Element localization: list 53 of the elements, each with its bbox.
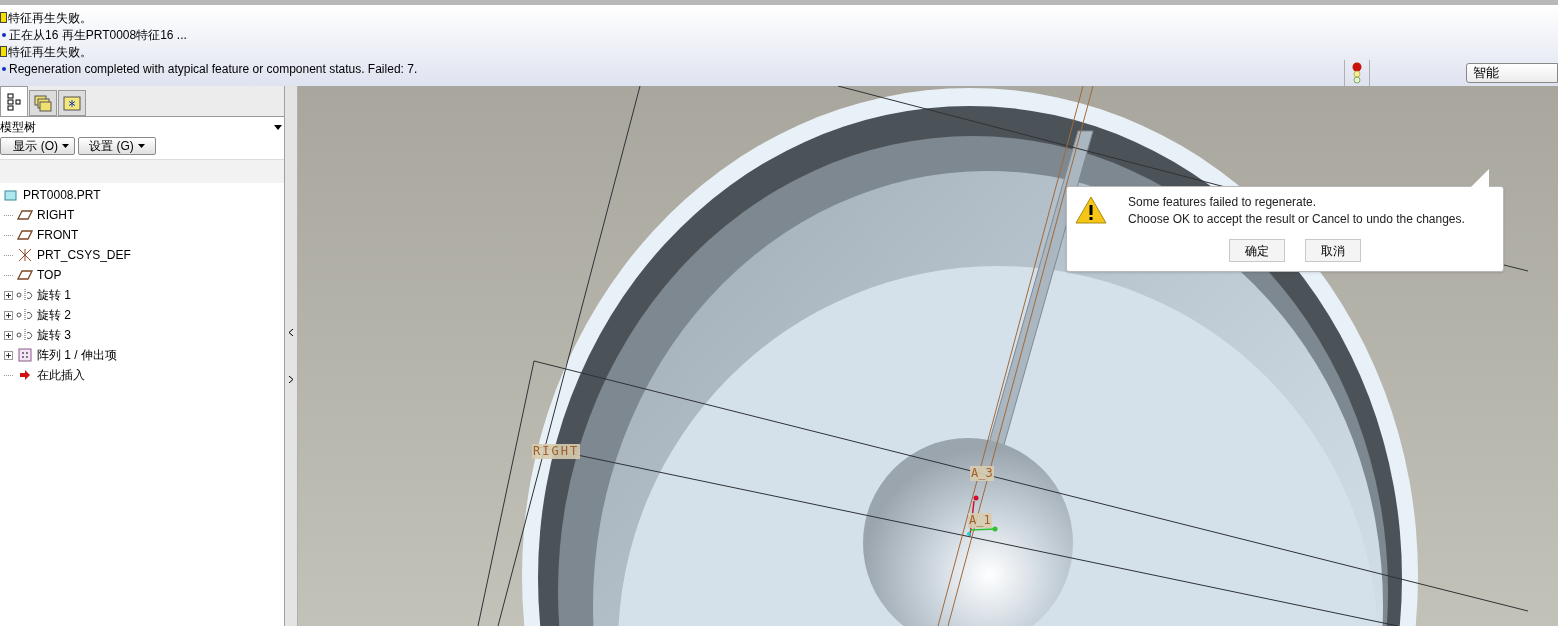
dialog-button[interactable]: 确定: [1229, 239, 1285, 262]
expand-icon[interactable]: [4, 310, 13, 320]
menu-button[interactable]: 显示 (O): [0, 137, 75, 155]
caret-icon: [137, 144, 145, 148]
tree-item[interactable]: 阵列 1 / 伸出项: [37, 346, 117, 364]
pattern-icon: [16, 348, 34, 362]
favorites-tab[interactable]: [58, 90, 86, 116]
tree-item[interactable]: 旋转 3: [37, 326, 71, 344]
tree-item[interactable]: RIGHT: [37, 206, 75, 224]
bullet-icon: [2, 66, 6, 71]
dialog-pointer: [1471, 169, 1489, 187]
folders-icon: [34, 94, 52, 112]
plane-icon: [16, 270, 34, 280]
plane-icon: [16, 210, 34, 220]
part-icon: [2, 189, 20, 201]
expand-icon[interactable]: [4, 290, 13, 300]
expand-icon[interactable]: [4, 330, 13, 340]
tree-item[interactable]: 旋转 2: [37, 306, 71, 324]
message-text: Regeneration completed with atypical feature or component status. Failed: 7.: [9, 60, 418, 78]
tree-item[interactable]: FRONT: [37, 226, 79, 244]
dialog-message: Some features failed to regenerate. Choose OK to accept the result or Cancel to undo the changes.: [1128, 194, 1465, 228]
tree-item[interactable]: PRT_CSYS_DEF: [37, 246, 131, 264]
datum-label: RIGHT: [532, 444, 581, 459]
warning-icon: [1075, 196, 1107, 224]
datum-label: A_1: [968, 513, 992, 528]
tree-item[interactable]: 在此插入: [37, 366, 85, 384]
message-text: 特征再生失败。: [8, 43, 92, 61]
filter-dropdown[interactable]: 智能: [1466, 63, 1558, 83]
message-text: 正在从16 再生PRT0008特征16 ...: [9, 26, 187, 44]
tree-tab[interactable]: [0, 86, 28, 116]
revolve-icon: [16, 289, 34, 301]
menu-button[interactable]: 设置 (G): [78, 137, 156, 155]
dropdown-arrow-icon[interactable]: [274, 124, 282, 130]
panel-title: 模型树: [0, 119, 36, 136]
tree-item[interactable]: TOP: [37, 266, 62, 284]
tree-item[interactable]: PRT0008.PRT: [23, 186, 101, 204]
dialog-button[interactable]: 取消: [1305, 239, 1361, 262]
error-flag-icon: [0, 12, 7, 23]
expand-icon[interactable]: [4, 350, 13, 360]
tree-item[interactable]: 旋转 1: [37, 286, 71, 304]
tree-icon: [7, 92, 21, 111]
revolve-icon: [16, 329, 34, 341]
error-flag-icon: [0, 46, 7, 57]
favorites-icon: [63, 95, 81, 111]
revolve-icon: [16, 309, 34, 321]
model-viewport[interactable]: RIGHT A_3 A_1 Some features failed to regenerate. Choose OK to accept the result or Cancel to undo the changes. 确定 取消: [298, 86, 1558, 626]
folders-tab[interactable]: [29, 90, 57, 116]
caret-icon: [62, 144, 69, 148]
plane-icon: [16, 230, 34, 240]
message-text: 特征再生失败。: [8, 9, 92, 27]
csys-icon: [16, 248, 34, 262]
datum-label: A_3: [970, 466, 994, 481]
bullet-icon: [2, 32, 6, 37]
